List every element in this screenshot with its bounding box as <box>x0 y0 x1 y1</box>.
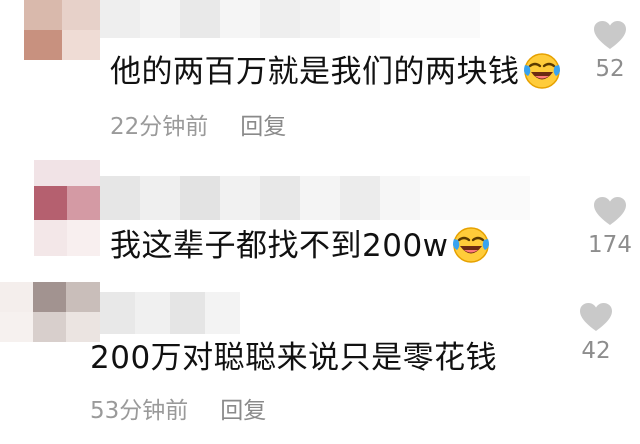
comment-meta: 53分钟前 回复 <box>90 396 266 426</box>
comment-text: 他的两百万就是我们的两块钱 <box>110 52 562 94</box>
username-blurred[interactable] <box>100 292 240 334</box>
username-blurred[interactable] <box>100 176 530 220</box>
like-count: 42 <box>581 338 611 364</box>
comment-text: 我这辈子都找不到200w <box>110 226 491 268</box>
comment-meta: 22分钟前 回复 <box>110 112 286 142</box>
reply-button[interactable]: 回复 <box>240 114 286 140</box>
like-count: 52 <box>595 56 625 82</box>
avatar[interactable] <box>34 160 100 256</box>
heart-icon <box>580 303 612 331</box>
reply-button[interactable]: 回复 <box>220 398 266 424</box>
avatar[interactable] <box>0 282 100 342</box>
like-button[interactable]: 42 <box>566 302 626 366</box>
like-button[interactable]: 52 <box>580 20 640 84</box>
comment-text: 200万对聪聪来说只是零花钱 <box>90 340 498 376</box>
avatar[interactable] <box>24 0 100 60</box>
timestamp: 22分钟前 <box>110 114 209 140</box>
username-blurred[interactable] <box>100 0 480 38</box>
heart-icon <box>594 21 626 49</box>
timestamp: 53分钟前 <box>90 398 189 424</box>
laughing-crying-emoji-icon <box>451 225 491 265</box>
like-count: 174 <box>588 232 632 258</box>
laughing-crying-emoji-icon <box>522 51 562 91</box>
like-button[interactable]: 174 <box>580 196 640 260</box>
heart-icon <box>594 197 626 225</box>
